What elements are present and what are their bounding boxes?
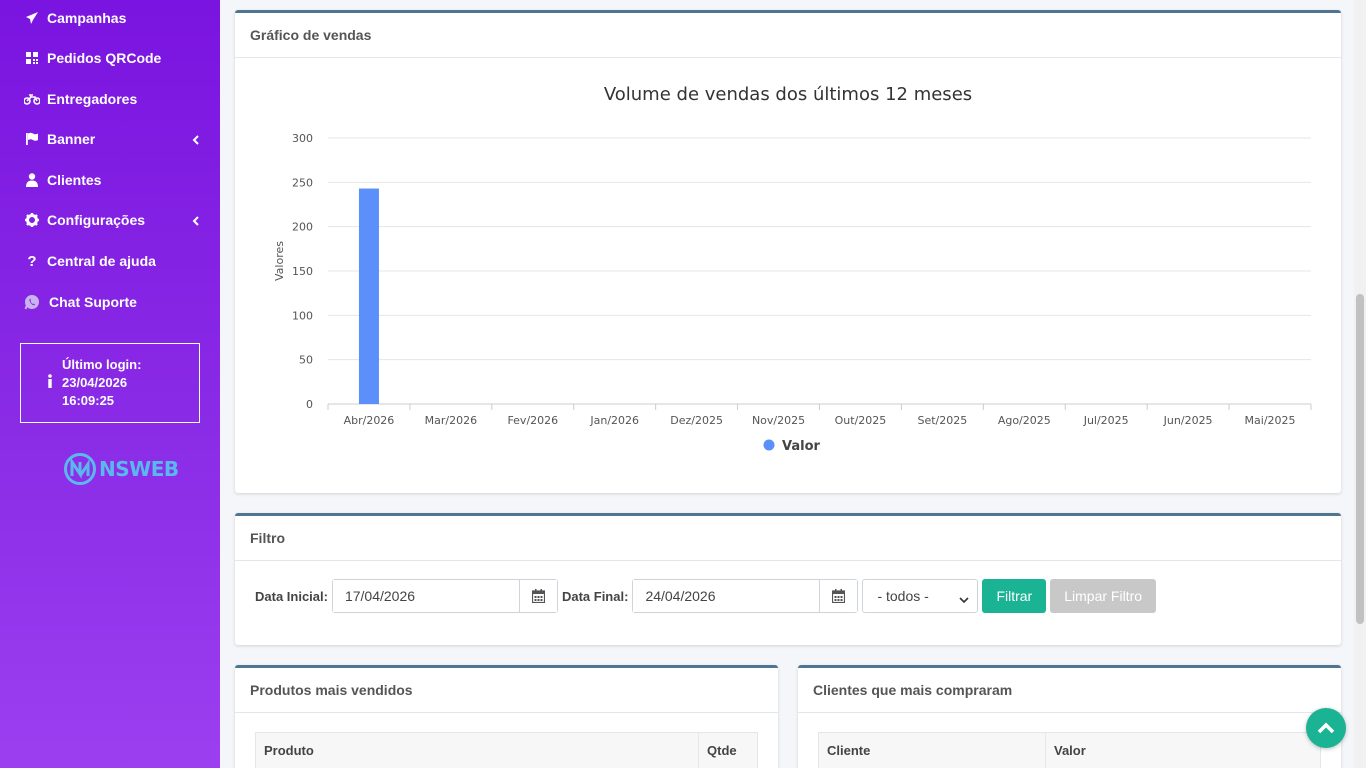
x-tick-label: Jun/2025 bbox=[1163, 414, 1213, 427]
sidebar-item-pedidos-qrcode[interactable]: Pedidos QRCode bbox=[0, 38, 220, 78]
nsweb-logo: NSWEB bbox=[63, 452, 179, 486]
calendar-icon[interactable] bbox=[518, 580, 557, 612]
x-tick-label: Fev/2026 bbox=[507, 414, 558, 427]
top-products-table: Produto Qtde bbox=[255, 732, 758, 768]
sidebar-item-entregadores[interactable]: Entregadores bbox=[0, 79, 220, 119]
scroll-to-top-button[interactable] bbox=[1306, 708, 1346, 748]
user-icon bbox=[24, 172, 40, 188]
calendar-icon[interactable] bbox=[819, 580, 858, 612]
last-login-time: 16:09:25 bbox=[62, 393, 115, 408]
card-title: Gráfico de vendas bbox=[235, 13, 1341, 58]
x-tick-label: Nov/2025 bbox=[752, 414, 805, 427]
top-products-card: Produtos mais vendidos Produto Qtde bbox=[235, 665, 778, 768]
chevron-down-icon bbox=[959, 591, 970, 607]
start-date-input[interactable] bbox=[332, 580, 519, 612]
x-tick-label: Jan/2026 bbox=[589, 414, 639, 427]
end-date-input[interactable] bbox=[633, 580, 820, 612]
x-tick-label: Set/2025 bbox=[917, 414, 967, 427]
info-icon bbox=[47, 374, 53, 393]
x-tick-label: Dez/2025 bbox=[670, 414, 723, 427]
end-date-group bbox=[632, 579, 859, 613]
qrcode-icon bbox=[24, 50, 40, 66]
page-scrollbar[interactable] bbox=[1354, 0, 1366, 768]
last-login-box: Último login: 23/04/2026 16:09:25 bbox=[20, 343, 200, 423]
sidebar-item-clientes[interactable]: Clientes bbox=[0, 160, 220, 200]
status-select[interactable]: - todos - bbox=[862, 579, 979, 613]
x-tick-label: Jul/2025 bbox=[1083, 414, 1129, 427]
y-tick-label: 300 bbox=[292, 132, 313, 145]
filter-button[interactable]: Filtrar bbox=[982, 579, 1047, 613]
sidebar-item-chat-suporte[interactable]: Chat Suporte bbox=[0, 282, 220, 322]
top-customers-table: Cliente Valor bbox=[818, 732, 1321, 768]
gear-icon bbox=[24, 212, 40, 228]
chart-legend: Valor bbox=[763, 439, 821, 454]
sidebar-item-central-de-ajuda[interactable]: ? Central de ajuda bbox=[0, 241, 220, 281]
flag-icon bbox=[24, 131, 40, 147]
x-tick-label: Mai/2025 bbox=[1245, 414, 1296, 427]
legend-label: Valor bbox=[782, 439, 821, 454]
sidebar-item-label: Central de ajuda bbox=[47, 253, 156, 269]
sidebar-item-label: Chat Suporte bbox=[49, 294, 137, 310]
chevron-left-icon bbox=[192, 213, 200, 229]
clear-filter-button[interactable]: Limpar Filtro bbox=[1050, 579, 1157, 613]
sales-chart-card: Gráfico de vendas Volume de vendas dos ú… bbox=[235, 10, 1341, 493]
start-date-label: Data Inicial: bbox=[255, 588, 328, 604]
paper-plane-icon bbox=[24, 10, 40, 26]
sidebar-item-label: Campanhas bbox=[47, 10, 127, 26]
sidebar-item-campanhas[interactable]: Campanhas bbox=[0, 0, 220, 38]
status-select-value: - todos - bbox=[877, 588, 929, 604]
last-login-label: Último login: bbox=[62, 357, 142, 372]
motorcycle-icon bbox=[24, 91, 40, 107]
scrollbar-thumb[interactable] bbox=[1356, 294, 1364, 624]
card-title: Clientes que mais compraram bbox=[798, 668, 1341, 713]
sidebar-item-label: Pedidos QRCode bbox=[47, 50, 162, 66]
start-date-group bbox=[331, 579, 558, 613]
top-customers-card: Clientes que mais compraram Cliente Valo… bbox=[798, 665, 1341, 768]
sidebar-item-label: Banner bbox=[47, 131, 96, 147]
table-header-row: Cliente Valor bbox=[818, 732, 1321, 768]
sidebar-item-configuracoes[interactable]: Configurações bbox=[0, 200, 220, 240]
logo-icon bbox=[64, 453, 96, 485]
chevron-up-icon bbox=[1317, 722, 1335, 734]
x-tick-label: Mar/2026 bbox=[425, 414, 477, 427]
chevron-left-icon bbox=[192, 132, 200, 148]
logo-text: NSWEB bbox=[99, 457, 179, 481]
card-title: Produtos mais vendidos bbox=[235, 668, 778, 713]
x-tick-label: Abr/2026 bbox=[344, 414, 395, 427]
y-tick-label: 200 bbox=[292, 221, 313, 234]
sidebar: Campanhas Pedidos QRCode Entregadores Ba… bbox=[0, 0, 220, 768]
last-login-date: 23/04/2026 bbox=[62, 375, 128, 390]
sidebar-item-label: Clientes bbox=[47, 172, 102, 188]
x-tick-label: Out/2025 bbox=[835, 414, 887, 427]
whatsapp-icon bbox=[24, 294, 40, 310]
table-header-row: Produto Qtde bbox=[255, 732, 758, 768]
card-title: Filtro bbox=[235, 516, 1341, 561]
y-tick-label: 50 bbox=[299, 354, 313, 367]
column-header[interactable]: Valor bbox=[1045, 732, 1321, 768]
sidebar-item-label: Entregadores bbox=[47, 91, 138, 107]
column-header[interactable]: Produto bbox=[255, 732, 699, 768]
y-axis-label: Valores bbox=[273, 241, 286, 281]
chart-title: Volume de vendas dos últimos 12 meses bbox=[604, 84, 972, 105]
column-header[interactable]: Cliente bbox=[818, 732, 1046, 768]
x-tick-label: Ago/2025 bbox=[998, 414, 1051, 427]
sidebar-item-label: Configurações bbox=[47, 212, 146, 228]
sidebar-item-banner[interactable]: Banner bbox=[0, 119, 220, 159]
y-tick-label: 0 bbox=[306, 398, 313, 411]
end-date-label: Data Final: bbox=[561, 588, 629, 604]
column-header[interactable]: Qtde bbox=[698, 732, 758, 768]
y-tick-label: 150 bbox=[292, 265, 313, 278]
question-icon: ? bbox=[27, 252, 37, 270]
chart-bar[interactable] bbox=[358, 188, 379, 404]
y-tick-label: 250 bbox=[292, 176, 313, 189]
filter-card: Filtro Data Inicial: Data Final: - todos… bbox=[235, 513, 1341, 645]
sales-bar-chart: Volume de vendas dos últimos 12 meses Va… bbox=[273, 84, 1312, 454]
y-tick-label: 100 bbox=[292, 309, 313, 322]
legend-marker bbox=[763, 439, 775, 451]
